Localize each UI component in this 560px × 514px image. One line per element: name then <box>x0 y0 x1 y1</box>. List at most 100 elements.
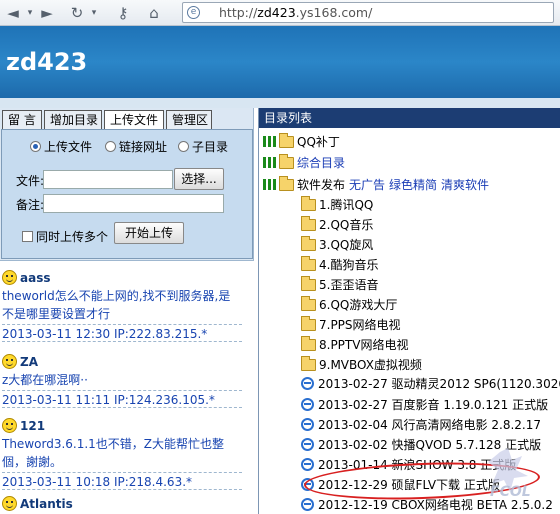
refresh-icon[interactable]: ↻ <box>68 3 86 23</box>
multi-upload-checkbox[interactable]: 同时上传多个 <box>22 228 108 245</box>
browser-toolbar: ◄ ▾ ► ↻ ▾ ⚷ ⌂ e http://zd423.ys168.com/ <box>0 0 560 26</box>
message-author: 121 <box>2 417 242 435</box>
file-label: 2013-02-04 风行高清网络电影 2.8.2.17 <box>318 418 541 432</box>
folder-icon <box>301 216 316 231</box>
software-tag: 绿色精简 <box>389 178 438 192</box>
subfolder-row[interactable]: 3.QQ旋风 <box>301 235 373 255</box>
key-icon[interactable]: ⚷ <box>112 3 134 23</box>
ie-file-icon <box>301 377 314 390</box>
subfolder-row[interactable]: 7.PPS网络电视 <box>301 315 401 335</box>
file-row[interactable]: 2013-02-04 风行高清网络电影 2.8.2.17 <box>301 415 541 435</box>
subfolder-label: 1.腾讯QQ <box>319 198 374 212</box>
message-item: Atlantis <box>2 495 242 513</box>
upload-form: 上传文件 链接网址 子目录 文件: 选择... 备注: 同时上传多个 开始上传 <box>1 129 253 259</box>
back-history-chevron-icon[interactable]: ▾ <box>24 3 36 23</box>
message-author-name: aass <box>20 271 51 285</box>
note-label: 备注: <box>16 198 45 212</box>
back-icon[interactable]: ◄ <box>4 3 22 23</box>
subfolder-label: 2.QQ音乐 <box>319 218 374 232</box>
subfolder-row[interactable]: 5.歪歪语音 <box>301 275 378 295</box>
smiley-icon <box>2 270 17 285</box>
file-row[interactable]: 2013-02-27 百度影音 1.19.0.121 正式版 <box>301 395 548 415</box>
address-scheme: http:// <box>219 5 258 20</box>
subfolder-row[interactable]: 2.QQ音乐 <box>301 215 373 235</box>
address-text: http://zd423.ys168.com/ <box>219 5 372 20</box>
start-upload-button[interactable]: 开始上传 <box>114 222 184 244</box>
message-body: theworld怎么不能上网的,找不到服务器,是不是哪里要设置才行 <box>2 289 231 321</box>
subfolder-row[interactable]: 4.酷狗音乐 <box>301 255 378 275</box>
folder-icon <box>279 133 294 148</box>
message-meta: 2013-03-11 11:11 IP:124.236.105.* <box>2 390 242 408</box>
tab-add-directory[interactable]: 增加目录 <box>44 110 102 130</box>
folder-icon <box>279 154 294 169</box>
smiley-icon <box>2 418 17 433</box>
radio-subdirectory-label: 子目录 <box>192 140 229 154</box>
browse-button[interactable]: 选择... <box>174 168 224 190</box>
message-author-name: Atlantis <box>20 497 73 511</box>
dir-row-qq-patch[interactable]: QQ补丁 <box>263 132 340 152</box>
file-row[interactable]: 2013-02-27 驱动精灵2012 SP6(1120.3026) <box>301 374 560 394</box>
message-author: aass <box>2 269 242 287</box>
dir-row-general[interactable]: 综合目录 <box>263 153 345 173</box>
folder-open-icon <box>279 176 294 191</box>
radio-link-url-label: 链接网址 <box>119 140 168 154</box>
site-header: zd423 <box>0 26 560 98</box>
folder-icon <box>301 336 316 351</box>
header-divider <box>0 98 560 108</box>
folder-icon <box>301 256 316 271</box>
subfolder-row[interactable]: 9.MVBOX虚拟视频 <box>301 355 422 375</box>
home-icon[interactable]: ⌂ <box>144 3 164 23</box>
software-tag: 无广告 <box>349 178 386 192</box>
message-item: ZA z大都在哪混啊·· 2013-03-11 11:11 IP:124.236… <box>2 353 242 408</box>
expand-bars-icon <box>263 136 277 147</box>
message-board: aass theworld怎么不能上网的,找不到服务器,是不是哪里要设置才行 2… <box>0 260 254 514</box>
address-bar[interactable]: e http://zd423.ys168.com/ <box>182 2 554 23</box>
refresh-menu-chevron-icon[interactable]: ▾ <box>88 3 100 23</box>
software-tag: 清爽软件 <box>441 178 490 192</box>
file-label: 2013-02-27 驱动精灵2012 SP6(1120.3026) <box>318 377 560 391</box>
dir-row-label: 综合目录 <box>297 156 346 170</box>
subfolder-label: 3.QQ旋风 <box>319 238 374 252</box>
svg-text:FCOL: FCOL <box>490 484 531 500</box>
folder-icon <box>301 316 316 331</box>
radio-icon <box>178 141 189 152</box>
file-label: 2013-02-27 百度影音 1.19.0.121 正式版 <box>318 398 549 412</box>
folder-icon <box>301 236 316 251</box>
radio-upload-file[interactable]: 上传文件 <box>30 138 93 154</box>
radio-icon <box>105 141 116 152</box>
folder-icon <box>301 196 316 211</box>
subfolder-row[interactable]: 8.PPTV网络电视 <box>301 335 408 355</box>
site-title: zd423 <box>6 48 88 76</box>
radio-link-url[interactable]: 链接网址 <box>105 138 168 154</box>
subfolder-label: 5.歪歪语音 <box>319 278 379 292</box>
message-item: aass theworld怎么不能上网的,找不到服务器,是不是哪里要设置才行 2… <box>2 269 242 342</box>
ie-file-icon <box>301 498 314 511</box>
subfolder-row[interactable]: 1.腾讯QQ <box>301 195 373 215</box>
subfolder-row[interactable]: 6.QQ游戏大厅 <box>301 295 397 315</box>
radio-upload-file-label: 上传文件 <box>44 140 93 154</box>
message-item: 121 Theword3.6.1.1也不错，Z大能帮忙也整個，謝謝。 2013-… <box>2 417 242 490</box>
address-host: zd423 <box>257 5 296 20</box>
file-label: 文件: <box>16 174 45 188</box>
tab-admin[interactable]: 管理区 <box>166 110 212 130</box>
left-panel: 留 言 增加目录 上传文件 管理区 上传文件 链接网址 子目录 文件: 选择..… <box>0 108 254 514</box>
dir-row-label: 软件发布 <box>297 178 346 192</box>
dir-row-software[interactable]: 软件发布 无广告 绿色精简 清爽软件 <box>263 175 489 195</box>
file-path-field[interactable] <box>43 170 173 189</box>
expand-bars-icon <box>263 179 277 190</box>
smiley-icon <box>2 496 17 511</box>
multi-upload-label: 同时上传多个 <box>36 230 109 244</box>
message-author: Atlantis <box>2 495 242 513</box>
message-author: ZA <box>2 353 242 371</box>
message-author-name: 121 <box>20 419 46 433</box>
subfolder-label: 4.酷狗音乐 <box>319 258 379 272</box>
dir-row-label: QQ补丁 <box>297 135 340 149</box>
forward-icon[interactable]: ► <box>38 3 56 23</box>
checkbox-icon <box>22 231 33 242</box>
message-author-name: ZA <box>20 355 38 369</box>
radio-subdirectory[interactable]: 子目录 <box>178 138 229 154</box>
note-input[interactable] <box>43 194 224 213</box>
watermark-logo-icon: FCOL <box>488 448 531 500</box>
tab-messages[interactable]: 留 言 <box>2 110 42 130</box>
tab-upload-file[interactable]: 上传文件 <box>104 110 164 130</box>
